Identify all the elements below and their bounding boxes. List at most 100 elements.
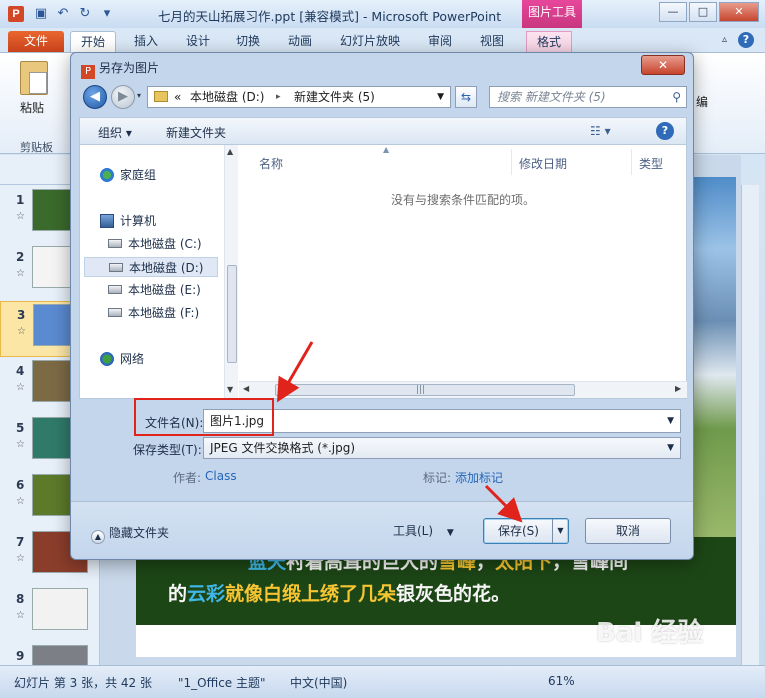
address-chevron[interactable]: « (174, 87, 181, 107)
nav-network[interactable]: 网络 (100, 349, 144, 369)
paste-button-label[interactable]: 粘贴 (20, 99, 44, 116)
ribbon-tabs: 文件 开始 插入 设计 切换 动画 幻灯片放映 审阅 视图 格式 ▵ ? (0, 28, 765, 52)
help-icon[interactable]: ? (738, 32, 754, 48)
disk-icon (108, 308, 122, 317)
slide-number: 7 (16, 535, 25, 549)
minimize-button[interactable]: — (659, 2, 687, 22)
tab-file[interactable]: 文件 (8, 31, 64, 52)
column-modified-date[interactable]: 修改日期 (519, 155, 567, 172)
tab-format[interactable]: 格式 (526, 31, 573, 52)
zoom-level[interactable]: 61% (548, 674, 575, 688)
disk-icon (109, 263, 123, 272)
nav-scroll-thumb[interactable] (227, 265, 237, 363)
undo-icon[interactable]: ↶ (54, 5, 72, 23)
filename-highlight-box (134, 398, 274, 436)
address-segment-folder[interactable]: 新建文件夹 (5) (294, 87, 375, 107)
maximize-button[interactable]: □ (689, 2, 717, 22)
empty-search-message: 没有与搜索条件匹配的项。 (390, 193, 535, 207)
nav-disk-c[interactable]: 本地磁盘 (C:) (108, 234, 202, 254)
close-button[interactable]: ✕ (719, 2, 759, 22)
author-value[interactable]: Class (205, 469, 237, 483)
tab-transitions[interactable]: 切换 (226, 31, 270, 52)
dialog-close-button[interactable]: ✕ (641, 55, 685, 75)
address-dropdown-icon[interactable]: ▼ (437, 87, 444, 107)
column-name[interactable]: 名称 (259, 155, 283, 172)
slide-thumbnail[interactable]: 8 ☆ (0, 586, 100, 642)
animation-star-icon: ☆ (16, 211, 25, 222)
clipboard-group-label: 剪贴板 (20, 141, 53, 154)
new-folder-button[interactable]: 新建文件夹 (166, 124, 226, 141)
disk-icon (108, 239, 122, 248)
nav-pane-scrollbar[interactable]: ▲ ▼ (224, 145, 238, 398)
animation-star-icon: ☆ (17, 326, 26, 337)
nav-disk-d[interactable]: 本地磁盘 (D:) (84, 257, 218, 277)
nav-computer[interactable]: 计算机 (100, 211, 156, 231)
search-input[interactable]: 搜索 新建文件夹 (5) ⚲ (489, 86, 687, 108)
vertical-scrollbar[interactable] (741, 185, 759, 665)
slide-number: 2 (16, 250, 25, 264)
navigation-row: ◀ ▶ ▾ « 本地磁盘 (D:) ▸ 新建文件夹 (5) ▼ ⇆ 搜索 新建文… (79, 83, 687, 111)
tools-menu-button[interactable]: 工具(L) ▼ (393, 522, 454, 539)
address-separator[interactable]: ▸ (276, 87, 281, 107)
organize-button[interactable]: 组织 ▾ (98, 124, 132, 141)
back-button[interactable]: ◀ (83, 85, 107, 109)
powerpoint-icon: P (81, 65, 95, 79)
tab-view[interactable]: 视图 (470, 31, 514, 52)
nav-homegroup[interactable]: 家庭组 (100, 165, 156, 185)
address-segment-drive[interactable]: 本地磁盘 (D:) (190, 87, 264, 107)
collapse-icon: ▲ (91, 530, 105, 544)
save-button[interactable]: 保存(S) ▼ (483, 518, 569, 544)
scroll-down-icon[interactable]: ▼ (227, 385, 233, 394)
language-status[interactable]: 中文(中国) (290, 674, 347, 691)
tab-design[interactable]: 设计 (176, 31, 220, 52)
customize-qat-icon[interactable]: ▾ (98, 5, 116, 23)
change-view-icon[interactable]: ☷ ▾ (590, 124, 611, 138)
filetype-select[interactable]: JPEG 文件交换格式 (*.jpg) ▼ (203, 437, 681, 459)
column-separator[interactable] (511, 149, 512, 175)
add-tags-link[interactable]: 添加标记 (455, 469, 503, 486)
tab-home[interactable]: 开始 (70, 31, 117, 52)
scroll-left-icon[interactable]: ◀ (243, 384, 249, 393)
ribbon-minimize-icon[interactable]: ▵ (722, 34, 727, 45)
slide-number: 5 (16, 421, 25, 435)
animation-star-icon: ☆ (16, 268, 25, 279)
forward-button[interactable]: ▶ (111, 85, 135, 109)
save-icon[interactable]: ▣ (32, 5, 50, 23)
save-options-dropdown-icon[interactable]: ▼ (552, 519, 568, 543)
cancel-button[interactable]: 取消 (585, 518, 671, 544)
slide-number: 4 (16, 364, 25, 378)
nav-disk-f[interactable]: 本地磁盘 (F:) (108, 303, 199, 323)
powerpoint-app-icon[interactable]: P (8, 6, 24, 22)
column-separator[interactable] (631, 149, 632, 175)
tab-slideshow[interactable]: 幻灯片放映 (330, 31, 410, 52)
redo-icon[interactable]: ↻ (76, 5, 94, 23)
tab-insert[interactable]: 插入 (124, 31, 168, 52)
file-list[interactable]: ▲ 名称 修改日期 类型 没有与搜索条件匹配的项。 ◀ ||| ▶ (239, 145, 687, 398)
slide-number: 9 (16, 649, 25, 663)
edit-group-label[interactable]: 编 (696, 93, 708, 110)
slide-text-run: 云彩 (187, 583, 226, 605)
slide-preview[interactable] (32, 588, 88, 630)
tab-review[interactable]: 审阅 (418, 31, 462, 52)
dialog-help-icon[interactable]: ? (656, 122, 674, 140)
paste-icon[interactable] (20, 61, 48, 95)
slide-text-line-2: 的云彩就像白缎上绣了几朵银灰色的花。 (168, 579, 510, 606)
filetype-dropdown-icon[interactable]: ▼ (667, 438, 674, 458)
horizontal-scrollbar[interactable]: ◀ ||| ▶ (239, 381, 687, 398)
recent-locations-dropdown[interactable]: ▾ (137, 91, 141, 100)
filename-input[interactable]: 图片1.jpg ▼ (203, 409, 681, 433)
slide-number: 6 (16, 478, 25, 492)
nav-disk-e[interactable]: 本地磁盘 (E:) (108, 280, 201, 300)
scroll-right-icon[interactable]: ▶ (675, 384, 681, 393)
hide-folders-toggle[interactable]: ▲ 隐藏文件夹 (91, 524, 169, 544)
picture-tools-context-tab: 图片工具 (522, 0, 582, 28)
scroll-up-icon[interactable]: ▲ (227, 147, 233, 156)
horizontal-scroll-thumb[interactable]: ||| (275, 384, 575, 396)
address-bar[interactable]: « 本地磁盘 (D:) ▸ 新建文件夹 (5) ▼ (147, 86, 451, 108)
column-type[interactable]: 类型 (639, 155, 663, 172)
search-icon[interactable]: ⚲ (672, 87, 681, 107)
tab-animations[interactable]: 动画 (278, 31, 322, 52)
filename-dropdown-icon[interactable]: ▼ (667, 410, 674, 432)
refresh-button[interactable]: ⇆ (455, 86, 477, 108)
animation-star-icon: ☆ (16, 610, 25, 621)
